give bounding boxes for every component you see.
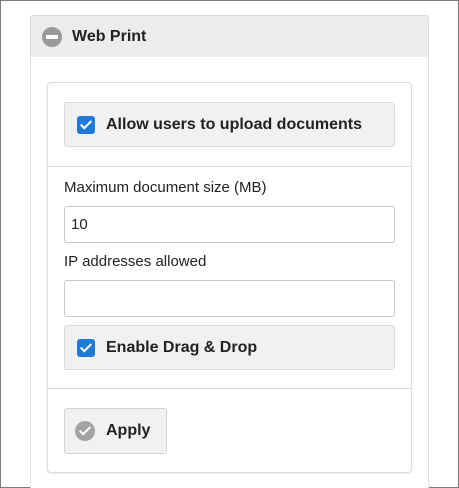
collapse-minus-icon[interactable]	[42, 27, 62, 47]
max-size-input[interactable]	[64, 206, 395, 243]
divider	[48, 166, 411, 167]
settings-card: Allow users to upload documents Maximum …	[47, 82, 412, 473]
max-size-label: Maximum document size (MB)	[64, 179, 267, 196]
drag-drop-checkbox[interactable]	[77, 338, 95, 357]
apply-label: Apply	[106, 422, 151, 439]
divider	[48, 388, 411, 389]
apply-button[interactable]: Apply	[64, 408, 167, 454]
web-print-section-header[interactable]: Web Print	[30, 15, 429, 58]
section-title: Web Print	[72, 28, 147, 45]
ip-addresses-input[interactable]	[64, 280, 395, 317]
drag-drop-label: Enable Drag & Drop	[106, 338, 258, 356]
check-circle-icon	[75, 421, 95, 441]
ip-addresses-label: IP addresses allowed	[64, 253, 207, 270]
drag-drop-option[interactable]: Enable Drag & Drop	[64, 325, 395, 370]
allow-upload-option[interactable]: Allow users to upload documents	[64, 102, 395, 147]
allow-upload-checkbox[interactable]	[77, 115, 95, 134]
allow-upload-label: Allow users to upload documents	[106, 115, 363, 133]
